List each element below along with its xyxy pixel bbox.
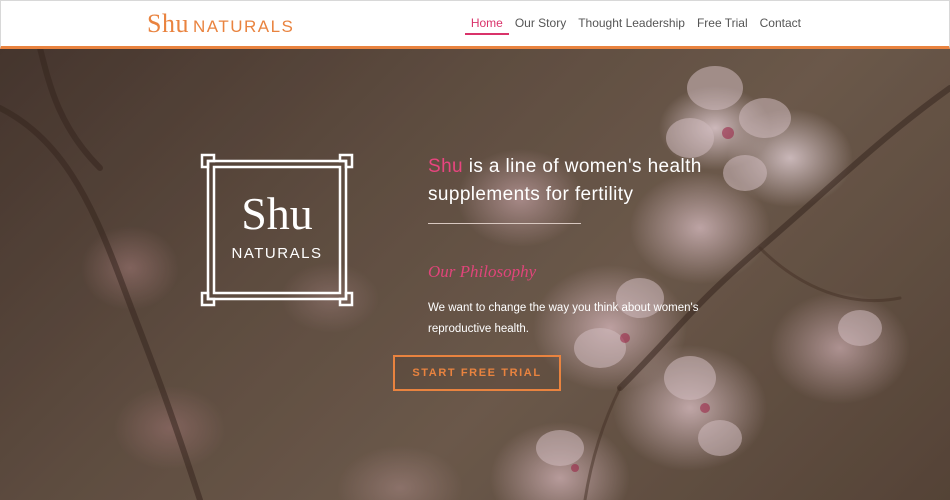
philosophy-text: We want to change the way you think abou… [428, 302, 699, 335]
logo-main-text: Shu [147, 9, 189, 38]
site-logo[interactable]: Shu NATURALS [147, 9, 294, 39]
emblem-main-text: Shu [241, 188, 313, 239]
logo-sub-text: NATURALS [192, 17, 295, 36]
philosophy-heading: Our Philosophy [428, 262, 537, 281]
start-free-trial-button[interactable]: START FREE TRIAL [393, 355, 561, 391]
page: Shu NATURALS Home Our Story Thought Leade… [0, 0, 950, 500]
headline-divider [428, 223, 581, 224]
shu-naturals-emblem: Shu NATURALS [200, 153, 354, 307]
site-header: Shu NATURALS Home Our Story Thought Leade… [0, 0, 950, 49]
nav-item-our-story[interactable]: Our Story [509, 1, 572, 35]
nav-item-home[interactable]: Home [464, 1, 509, 35]
main-nav: Home Our Story Thought Leadership Free T… [464, 1, 807, 46]
emblem-sub-text: NATURALS [231, 245, 323, 262]
nav-item-contact[interactable]: Contact [754, 1, 807, 35]
nav-item-thought-leadership[interactable]: Thought Leadership [572, 1, 691, 35]
nav-item-free-trial[interactable]: Free Trial [691, 1, 754, 35]
headline-text: is a line of women's health supplements … [428, 156, 702, 205]
headline-brand-word: Shu [428, 156, 464, 177]
hero-headline: Shu is a line of women's health suppleme… [428, 153, 788, 209]
